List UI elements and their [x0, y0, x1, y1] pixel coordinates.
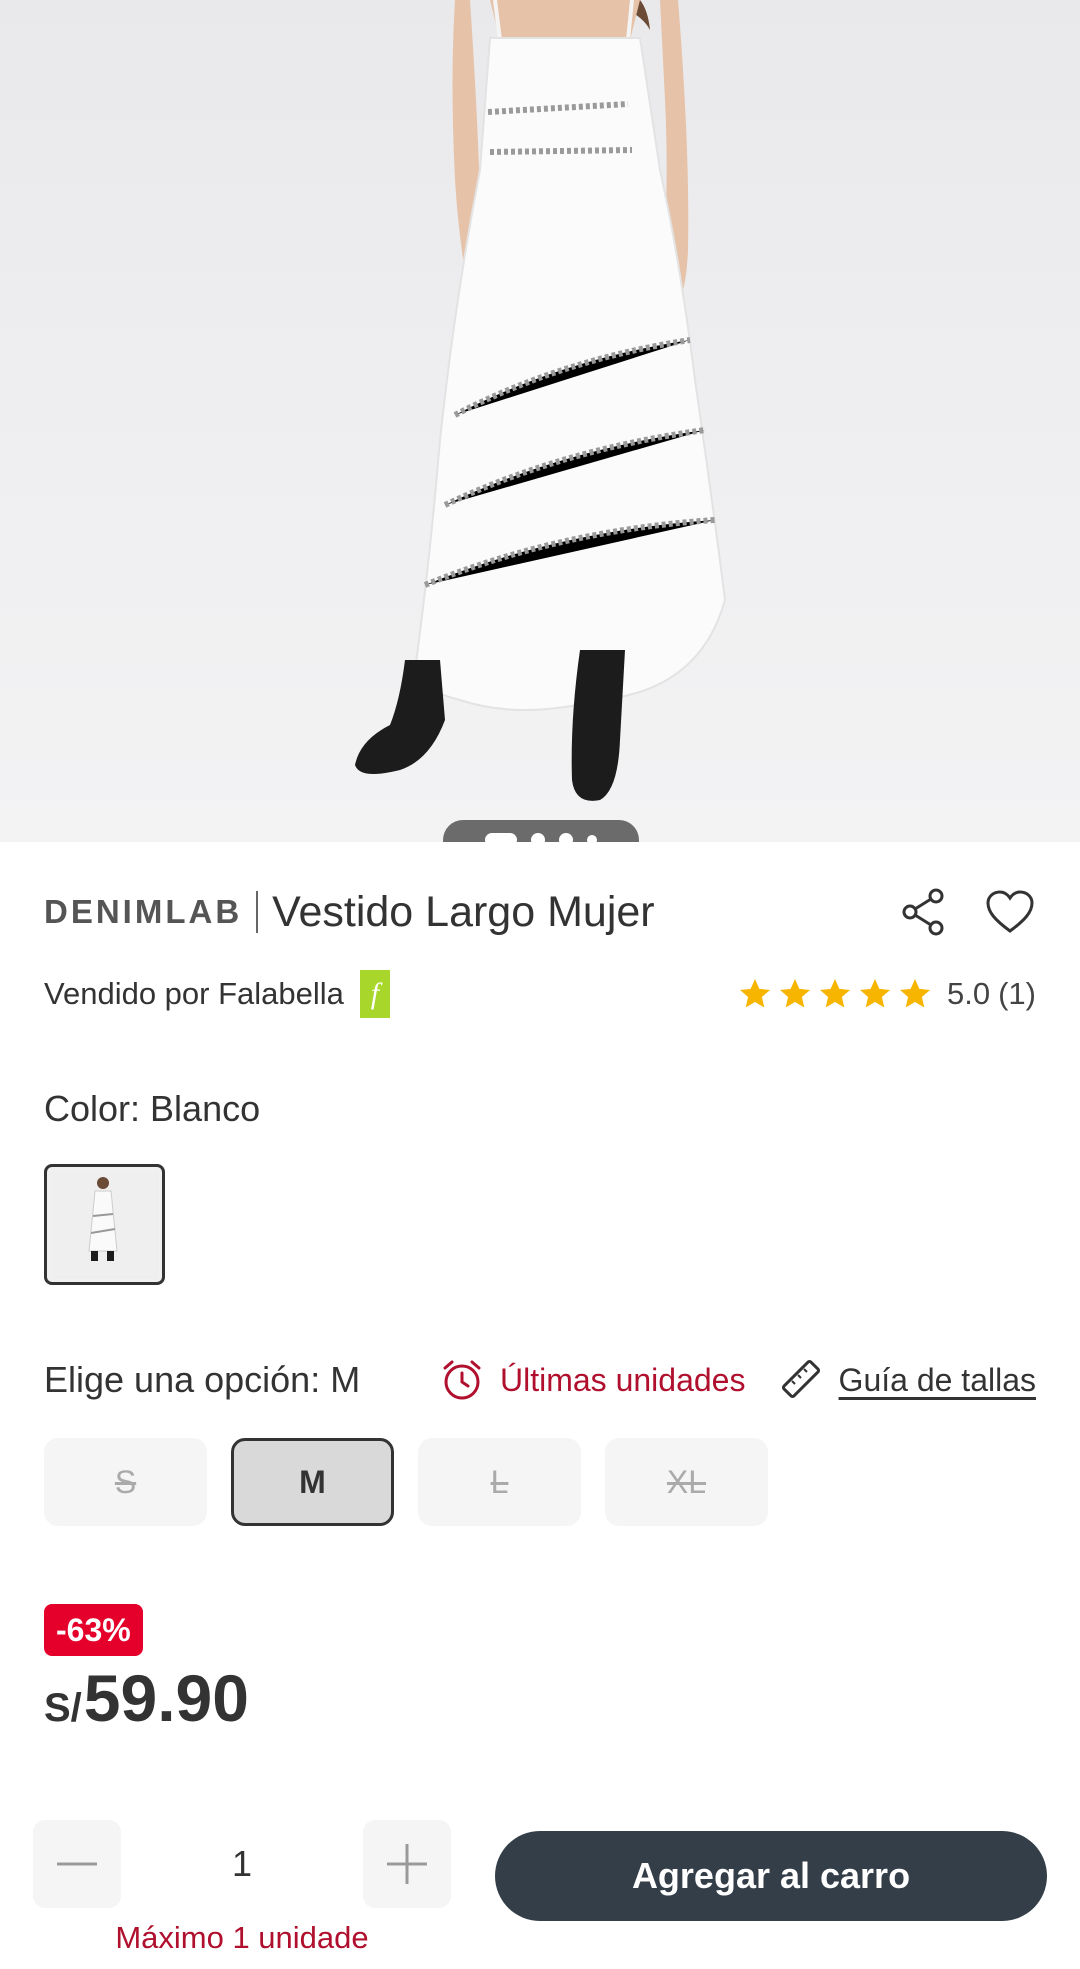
size-option-m[interactable]: M: [231, 1438, 394, 1526]
product-image-gallery[interactable]: [0, 0, 1080, 842]
rating-summary[interactable]: 5.0 (1): [737, 966, 1036, 1022]
star-icon: [860, 979, 890, 1008]
seller-label: Vendido por Falabella: [44, 976, 344, 1011]
share-button[interactable]: [898, 886, 950, 938]
price: S/ 59.90: [44, 1660, 249, 1736]
star-icon: [900, 979, 930, 1008]
title-divider: [256, 891, 259, 933]
swatch-thumbnail: [51, 1171, 158, 1278]
star-icon: [820, 979, 850, 1008]
product-photo: [355, 0, 727, 801]
add-to-cart-button[interactable]: Agregar al carro: [495, 1831, 1047, 1921]
quantity-decrease-button[interactable]: [33, 1820, 121, 1908]
brand-name[interactable]: DENIMLAB: [44, 893, 242, 931]
size-option-l[interactable]: L: [418, 1438, 581, 1526]
color-label: Color: Blanco: [44, 1088, 261, 1129]
favorite-button[interactable]: [984, 886, 1036, 938]
size-guide-text[interactable]: Guía de tallas: [839, 1362, 1036, 1399]
max-quantity-note: Máximo 1 unidade: [115, 1920, 369, 1955]
plus-icon: [387, 1844, 427, 1884]
ruler-icon: [781, 1359, 820, 1399]
heart-icon: [986, 890, 1034, 933]
minus-icon: [57, 1862, 97, 1866]
pagination-dot[interactable]: [587, 835, 597, 842]
pagination-dot[interactable]: [559, 833, 573, 842]
seller-rating-row: Vendido por Falabella f 5.0 (1): [44, 966, 1036, 1022]
product-title-row: DENIMLAB Vestido Largo Mujer: [44, 882, 1036, 942]
size-selector: S M L XL: [44, 1438, 768, 1526]
size-option-xl[interactable]: XL: [605, 1438, 768, 1526]
discount-badge: -63%: [44, 1604, 143, 1656]
share-icon: [902, 888, 944, 936]
rating-count: (1): [998, 976, 1036, 1011]
pagination-dot-active[interactable]: [485, 833, 517, 842]
star-icon: [740, 979, 770, 1008]
price-currency: S/: [44, 1686, 82, 1730]
falabella-badge-icon: f: [359, 970, 390, 1018]
size-guide-link[interactable]: Guía de tallas: [779, 1352, 1036, 1408]
size-option-label: Elige una opción: M: [44, 1359, 361, 1400]
pagination-dot[interactable]: [531, 833, 545, 842]
alarm-clock-icon: [443, 1360, 481, 1400]
low-stock-text: Últimas unidades: [500, 1361, 746, 1398]
quantity-increase-button[interactable]: [363, 1820, 451, 1908]
price-amount: 59.90: [83, 1661, 249, 1735]
color-swatch-blanco[interactable]: [44, 1164, 165, 1285]
rating-value: 5.0: [947, 976, 991, 1011]
low-stock-alert: Últimas unidades: [440, 1352, 745, 1408]
star-icon: [780, 979, 810, 1008]
quantity-value[interactable]: 1: [121, 1820, 363, 1908]
product-actions: [898, 882, 1036, 942]
gallery-pagination[interactable]: [443, 820, 639, 842]
size-option-row: Elige una opción: M Últimas unidades Guí…: [44, 1352, 1036, 1408]
size-option-s[interactable]: S: [44, 1438, 207, 1526]
product-name: Vestido Largo Mujer: [272, 887, 655, 936]
